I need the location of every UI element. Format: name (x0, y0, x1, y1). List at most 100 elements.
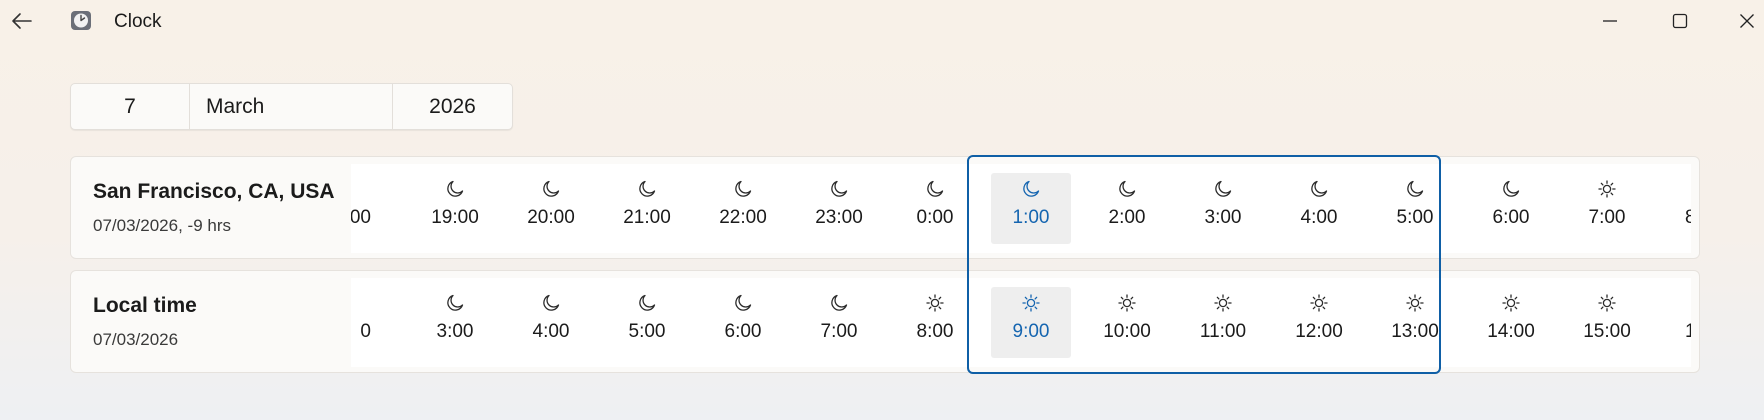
hour-cell[interactable]: 15:00 (1567, 287, 1647, 358)
hour-cell[interactable]: 22:00 (703, 173, 783, 244)
hour-cell[interactable]: 7:00 (1567, 173, 1647, 244)
title-bar: Clock (0, 0, 1764, 44)
hour-icon-wrap (1471, 175, 1551, 203)
hour-label: 4:00 (532, 321, 570, 342)
hour-cell[interactable]: 3:00 (1183, 173, 1263, 244)
date-picker[interactable]: 7 March 2026 (70, 83, 513, 130)
city-name: San Francisco, CA, USA (93, 180, 335, 203)
hour-cell[interactable]: 5:00 (1375, 173, 1455, 244)
hour-cell[interactable]: 12:00 (1279, 287, 1359, 358)
hour-label: 23:00 (815, 207, 863, 228)
timezone-row-local-time: Local time 07/03/2026 0 3:00 4:00 5:00 6:00 7… (70, 270, 1700, 373)
moon-icon (639, 294, 656, 311)
hour-label: 8:00 (916, 321, 954, 342)
hour-cell[interactable]: 21:00 (607, 173, 687, 244)
moon-icon (1119, 180, 1136, 197)
hour-icon-wrap (1087, 289, 1167, 317)
hour-label: 2:00 (1108, 207, 1146, 228)
back-button[interactable] (8, 8, 36, 34)
hour-cell[interactable]: 11:00 (1183, 287, 1263, 358)
hour-cell[interactable]: 0 (351, 287, 399, 358)
hour-strip[interactable]: 0 3:00 4:00 5:00 6:00 7:00 8:00 9:00 10:00 11:00 1… (351, 278, 1691, 367)
hour-label: 20:00 (527, 207, 575, 228)
hour-label: 00 (351, 207, 371, 228)
date-year-field[interactable]: 2026 (393, 84, 512, 129)
minimize-button[interactable] (1587, 6, 1633, 36)
hour-cell[interactable]: 7:00 (799, 287, 879, 358)
app-title: Clock (114, 11, 162, 32)
sun-icon (1502, 294, 1520, 312)
hour-label: 4:00 (1300, 207, 1338, 228)
hour-cell[interactable]: 1:00 (991, 173, 1071, 244)
hour-strip[interactable]: 00 19:00 20:00 21:00 22:00 23:00 0:00 1:00 2:00 3… (351, 164, 1691, 253)
moon-icon (1311, 180, 1328, 197)
hour-cell[interactable]: 4:00 (511, 287, 591, 358)
hour-label: 19:00 (431, 207, 479, 228)
hour-label: 0 (360, 321, 371, 342)
sun-icon (1310, 294, 1328, 312)
hour-cell[interactable]: 10:00 (1087, 287, 1167, 358)
hour-icon-wrap (799, 289, 879, 317)
hour-label: 14:00 (1487, 321, 1535, 342)
hour-icon-wrap (1567, 175, 1647, 203)
hour-cell[interactable]: 0:00 (895, 173, 975, 244)
hour-cell[interactable]: 13:00 (1375, 287, 1455, 358)
city-date-offset: 07/03/2026, -9 hrs (93, 216, 231, 235)
moon-icon (1407, 180, 1424, 197)
hour-cell[interactable]: 6:00 (703, 287, 783, 358)
hour-icon-wrap (1663, 175, 1691, 203)
maximize-button[interactable] (1657, 6, 1703, 36)
hour-cell[interactable]: 16: (1663, 287, 1691, 358)
hour-label: 9:00 (1012, 321, 1050, 342)
hour-label: 13:00 (1391, 321, 1439, 342)
sun-icon (1598, 294, 1616, 312)
hour-label: 3:00 (436, 321, 474, 342)
hour-icon-wrap (1279, 175, 1359, 203)
hour-cell[interactable]: 00 (351, 173, 399, 244)
hour-label: 21:00 (623, 207, 671, 228)
hour-cell[interactable]: 3:00 (415, 287, 495, 358)
hour-cell[interactable]: 19:00 (415, 173, 495, 244)
hour-cell[interactable]: 14:00 (1471, 287, 1551, 358)
hour-cell[interactable]: 23:00 (799, 173, 879, 244)
maximize-icon (1672, 13, 1688, 29)
hour-label: 22:00 (719, 207, 767, 228)
hour-cell[interactable]: 5:00 (607, 287, 687, 358)
moon-icon (735, 294, 752, 311)
hour-cell[interactable]: 6:00 (1471, 173, 1551, 244)
hour-label: 7:00 (1588, 207, 1626, 228)
hour-icon-wrap (1183, 175, 1263, 203)
moon-icon (639, 180, 656, 197)
date-day-field[interactable]: 7 (71, 84, 190, 129)
hour-icon-wrap (1471, 289, 1551, 317)
hour-cell[interactable]: 4:00 (1279, 173, 1359, 244)
hour-icon-wrap (607, 289, 687, 317)
hour-cell[interactable]: 8:00 (895, 287, 975, 358)
hour-label: 5:00 (628, 321, 666, 342)
hour-icon-wrap (895, 289, 975, 317)
moon-icon (447, 180, 464, 197)
sun-icon (1598, 180, 1616, 198)
minimize-icon (1603, 20, 1617, 22)
hour-cell[interactable]: 9:00 (991, 287, 1071, 358)
hour-icon-wrap (1567, 289, 1647, 317)
hour-cell[interactable]: 20:00 (511, 173, 591, 244)
back-arrow-icon (12, 13, 32, 29)
hour-icon-wrap (703, 289, 783, 317)
close-button[interactable] (1724, 6, 1764, 36)
sun-icon (1214, 294, 1232, 312)
date-month-field[interactable]: March (190, 84, 393, 129)
hour-icon-wrap (991, 289, 1071, 317)
hour-icon-wrap (1663, 289, 1691, 317)
hour-cell[interactable]: 8:0 (1663, 173, 1691, 244)
hour-label: 8:0 (1663, 207, 1691, 229)
city-date-offset: 07/03/2026 (93, 330, 179, 349)
clock-app-icon (70, 9, 92, 31)
timezone-row-san-francisco: San Francisco, CA, USA 07/03/2026, -9 hr… (70, 156, 1700, 259)
sun-icon (1118, 294, 1136, 312)
moon-icon (1215, 180, 1232, 197)
hour-icon-wrap (511, 175, 591, 203)
hour-label: 1:00 (1012, 207, 1050, 228)
moon-icon (927, 180, 944, 197)
hour-cell[interactable]: 2:00 (1087, 173, 1167, 244)
